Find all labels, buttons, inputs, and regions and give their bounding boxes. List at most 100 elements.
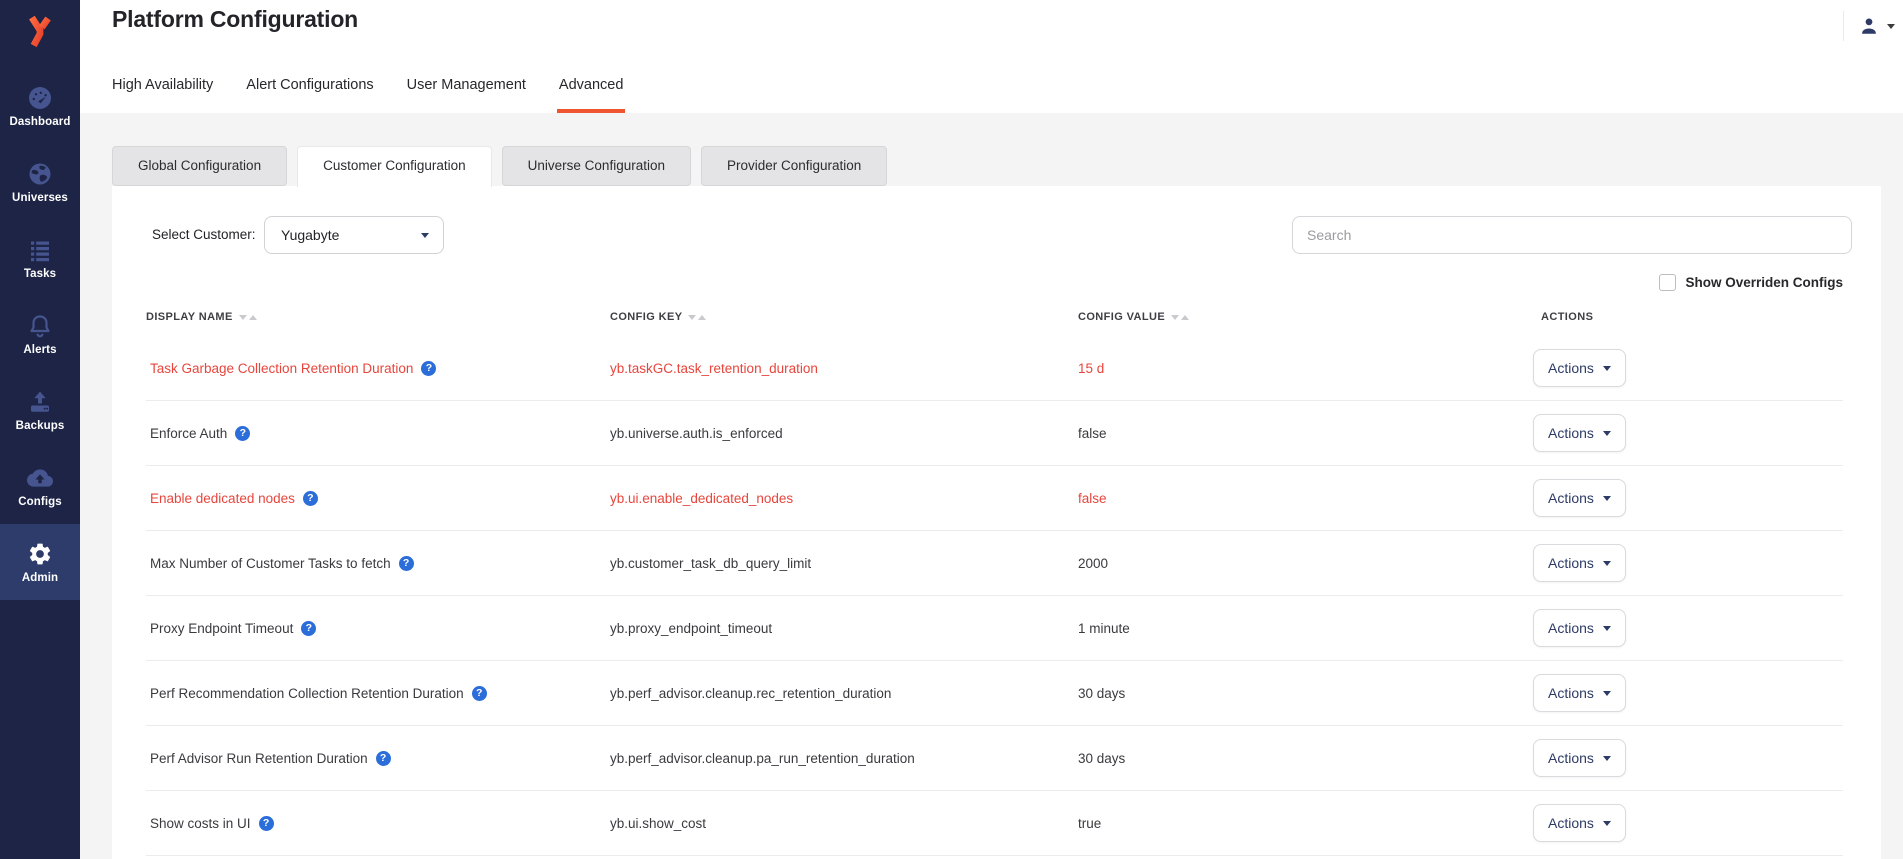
sidebar-item-label: Universes <box>12 191 68 204</box>
table-header: DISPLAY NAME CONFIG KEY CONFIG VALUE ACT… <box>146 306 1843 328</box>
config-display-name: Enforce Auth <box>150 425 228 441</box>
actions-button[interactable]: Actions <box>1533 804 1626 842</box>
sidebar-item-label: Tasks <box>23 267 57 280</box>
config-key: yb.universe.auth.is_enforced <box>610 425 783 441</box>
table-row-show-costs-in-ui: Show costs in UI ? yb.ui.show_cost true … <box>146 791 1843 856</box>
actions-button[interactable]: Actions <box>1533 544 1626 582</box>
config-key: yb.ui.show_cost <box>610 815 707 831</box>
nav-tabs: High Availability Alert Configurations U… <box>112 77 625 113</box>
table-row-enable-dedicated-nodes: Enable dedicated nodes ? yb.ui.enable_de… <box>146 466 1843 531</box>
table-row-perf-recommendation-collection-retention-duration: Perf Recommendation Collection Retention… <box>146 661 1843 726</box>
customer-select-value: Yugabyte <box>281 227 340 243</box>
chevron-down-icon <box>1602 690 1611 696</box>
content-area: Global Configuration Customer Configurat… <box>80 113 1903 859</box>
subtab-label: Global Configuration <box>138 158 262 173</box>
chevron-down-icon <box>1602 755 1611 761</box>
sidebar-item-label: Alerts <box>23 343 57 356</box>
column-header-actions[interactable]: ACTIONS <box>1533 311 1843 323</box>
sidebar-item-dashboard[interactable]: Dashboard <box>0 68 80 144</box>
subtab-label: Customer Configuration <box>323 158 466 173</box>
user-icon <box>1858 15 1880 37</box>
config-display-name: Proxy Endpoint Timeout <box>150 620 294 636</box>
gear-icon <box>27 541 53 567</box>
customer-config-panel: Select Customer: Yugabyte Show Overriden… <box>112 186 1881 859</box>
config-display-name: Show costs in UI <box>150 815 251 831</box>
sidebar-item-tasks[interactable]: Tasks <box>0 220 80 296</box>
actions-button[interactable]: Actions <box>1533 349 1626 387</box>
sidebar-item-admin[interactable]: Admin <box>0 524 80 600</box>
globe-icon <box>27 161 53 187</box>
tab-advanced[interactable]: Advanced <box>556 77 625 113</box>
table-row-perf-advisor-run-retention-duration: Perf Advisor Run Retention Duration ? yb… <box>146 726 1843 791</box>
tab-user-management[interactable]: User Management <box>407 77 526 113</box>
column-header-label: CONFIG VALUE <box>1078 311 1166 323</box>
config-value: 2000 <box>1078 555 1109 571</box>
chevron-down-icon <box>1887 23 1895 29</box>
actions-button[interactable]: Actions <box>1533 609 1626 647</box>
show-overridden-checkbox[interactable] <box>1659 273 1677 291</box>
sidebar-item-label: Backups <box>15 419 65 432</box>
column-header-display-name[interactable]: DISPLAY NAME <box>146 311 610 323</box>
subtab-universe-configuration[interactable]: Universe Configuration <box>501 146 691 186</box>
tab-alert-configurations[interactable]: Alert Configurations <box>246 77 373 113</box>
tab-label: User Management <box>406 77 526 93</box>
cloud-upload-icon <box>27 465 53 491</box>
config-display-name: Perf Advisor Run Retention Duration <box>150 750 368 766</box>
actions-button[interactable]: Actions <box>1533 479 1626 517</box>
show-overridden-row: Show Overriden Configs <box>112 272 1843 292</box>
subtab-label: Universe Configuration <box>527 158 665 173</box>
help-icon[interactable]: ? <box>421 360 437 376</box>
yugabyte-logo[interactable] <box>0 0 80 56</box>
sidebar-item-label: Configs <box>18 495 62 508</box>
help-icon[interactable]: ? <box>375 750 391 766</box>
help-icon[interactable]: ? <box>471 685 487 701</box>
column-header-config-key[interactable]: CONFIG KEY <box>610 311 1078 323</box>
column-header-config-value[interactable]: CONFIG VALUE <box>1078 311 1533 323</box>
sidebar-item-configs[interactable]: Configs <box>0 448 80 524</box>
sort-icon <box>238 314 257 320</box>
help-icon[interactable]: ? <box>301 620 317 636</box>
actions-button[interactable]: Actions <box>1533 739 1626 777</box>
actions-button-label: Actions <box>1548 360 1594 376</box>
sidebar-item-label: Admin <box>21 571 59 584</box>
config-key: yb.perf_advisor.cleanup.pa_run_retention… <box>610 750 915 766</box>
chevron-down-icon <box>1602 365 1611 371</box>
config-value: 1 minute <box>1078 620 1130 636</box>
customer-select[interactable]: Yugabyte <box>264 216 444 254</box>
chevron-down-icon <box>1602 820 1611 826</box>
dashboard-gauge-icon <box>27 85 53 111</box>
select-customer-label: Select Customer: <box>152 227 256 242</box>
actions-button[interactable]: Actions <box>1533 674 1626 712</box>
subtab-global-configuration[interactable]: Global Configuration <box>112 146 288 186</box>
tab-label: High Availability <box>112 77 214 93</box>
sidebar-item-universes[interactable]: Universes <box>0 144 80 220</box>
chevron-down-icon <box>1602 430 1611 436</box>
config-table-body: Task Garbage Collection Retention Durati… <box>146 336 1843 856</box>
table-row-task-garbage-collection-retention-duration: Task Garbage Collection Retention Durati… <box>146 336 1843 401</box>
task-list-icon <box>27 237 53 263</box>
help-icon[interactable]: ? <box>235 425 251 441</box>
sidebar: Dashboard Universes Tasks Alerts Backups… <box>0 0 80 859</box>
config-key: yb.ui.enable_dedicated_nodes <box>610 490 794 506</box>
config-value: true <box>1078 815 1102 831</box>
user-menu[interactable] <box>1843 11 1895 41</box>
search-input[interactable] <box>1292 216 1852 254</box>
actions-button-label: Actions <box>1548 685 1594 701</box>
config-key: yb.taskGC.task_retention_duration <box>610 360 818 376</box>
column-header-label: ACTIONS <box>1541 311 1594 323</box>
actions-button[interactable]: Actions <box>1533 414 1626 452</box>
tab-high-availability[interactable]: High Availability <box>112 77 213 113</box>
sidebar-item-alerts[interactable]: Alerts <box>0 296 80 372</box>
actions-button-label: Actions <box>1548 555 1594 571</box>
sort-icon <box>688 314 707 320</box>
config-value: 30 days <box>1078 750 1126 766</box>
sidebar-item-backups[interactable]: Backups <box>0 372 80 448</box>
actions-button-label: Actions <box>1548 620 1594 636</box>
help-icon[interactable]: ? <box>302 490 318 506</box>
help-icon[interactable]: ? <box>258 815 274 831</box>
sidebar-nav: Dashboard Universes Tasks Alerts Backups… <box>0 56 80 600</box>
subtab-customer-configuration[interactable]: Customer Configuration <box>297 146 492 187</box>
help-icon[interactable]: ? <box>398 555 414 571</box>
subtab-provider-configuration[interactable]: Provider Configuration <box>700 146 888 186</box>
sidebar-item-label: Dashboard <box>9 115 71 128</box>
